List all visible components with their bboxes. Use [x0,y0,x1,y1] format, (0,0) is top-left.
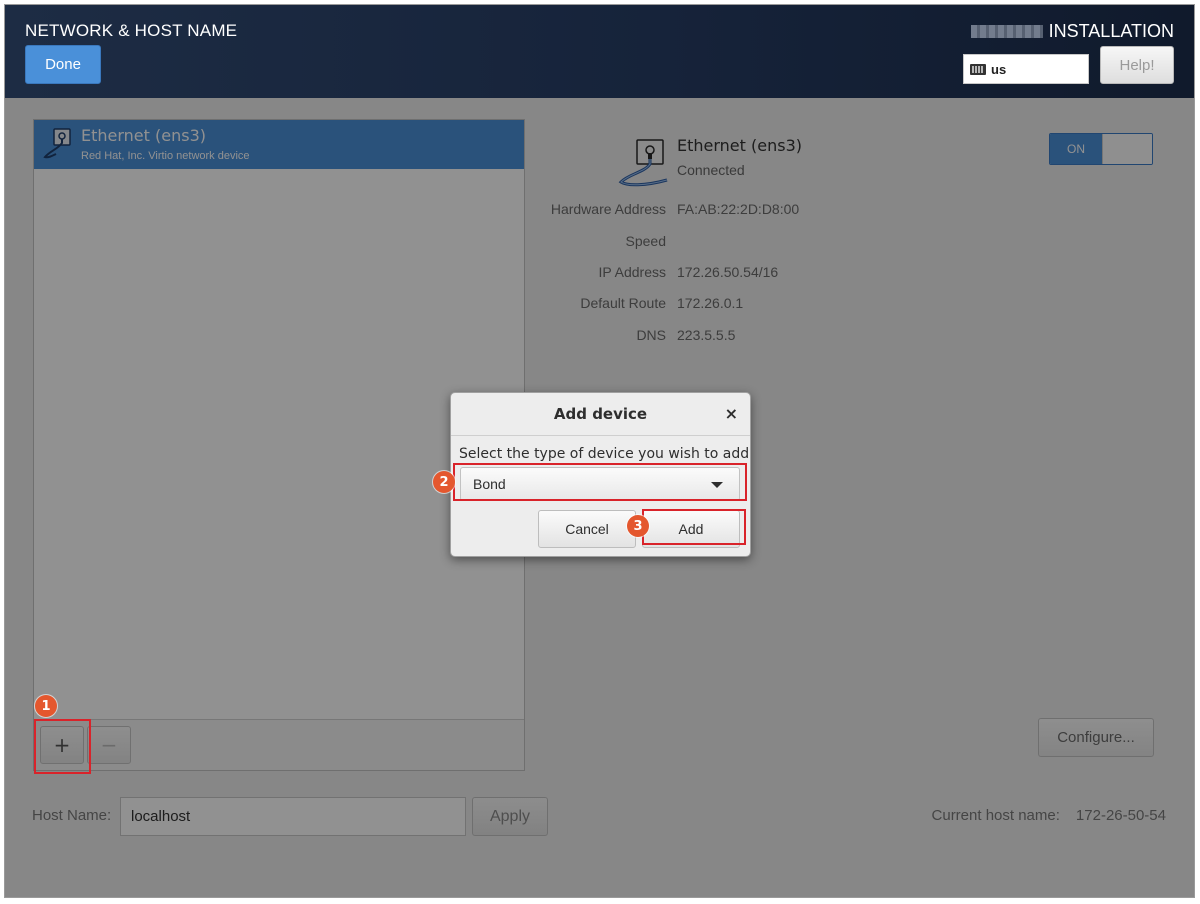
done-button[interactable]: Done [25,45,101,84]
step-badge-3: 3 [627,515,649,537]
highlight-box-add-device [34,719,91,774]
step-badge-1: 1 [35,695,57,717]
step-badge-2: 2 [433,471,455,493]
keyboard-layout-indicator[interactable]: us [963,54,1089,84]
close-icon[interactable]: × [725,404,738,423]
keyboard-icon [970,63,986,75]
dialog-divider [451,435,750,436]
product-name-redacted [970,25,1043,38]
highlight-box-device-type [453,463,747,501]
keyboard-layout-label: us [991,61,1007,77]
header-bar: NETWORK & HOST NAME Done INSTALLATION us… [5,5,1194,98]
dialog-title: Add device [553,405,648,423]
installer-window: NETWORK & HOST NAME Done INSTALLATION us… [4,4,1195,898]
help-button[interactable]: Help! [1100,46,1174,84]
product-title: INSTALLATION [970,21,1174,42]
cancel-button[interactable]: Cancel [538,510,636,548]
dialog-prompt: Select the type of device you wish to ad… [459,446,750,462]
page-title: NETWORK & HOST NAME [25,21,238,40]
product-suffix: INSTALLATION [1048,21,1174,41]
highlight-box-add-button [642,509,746,545]
